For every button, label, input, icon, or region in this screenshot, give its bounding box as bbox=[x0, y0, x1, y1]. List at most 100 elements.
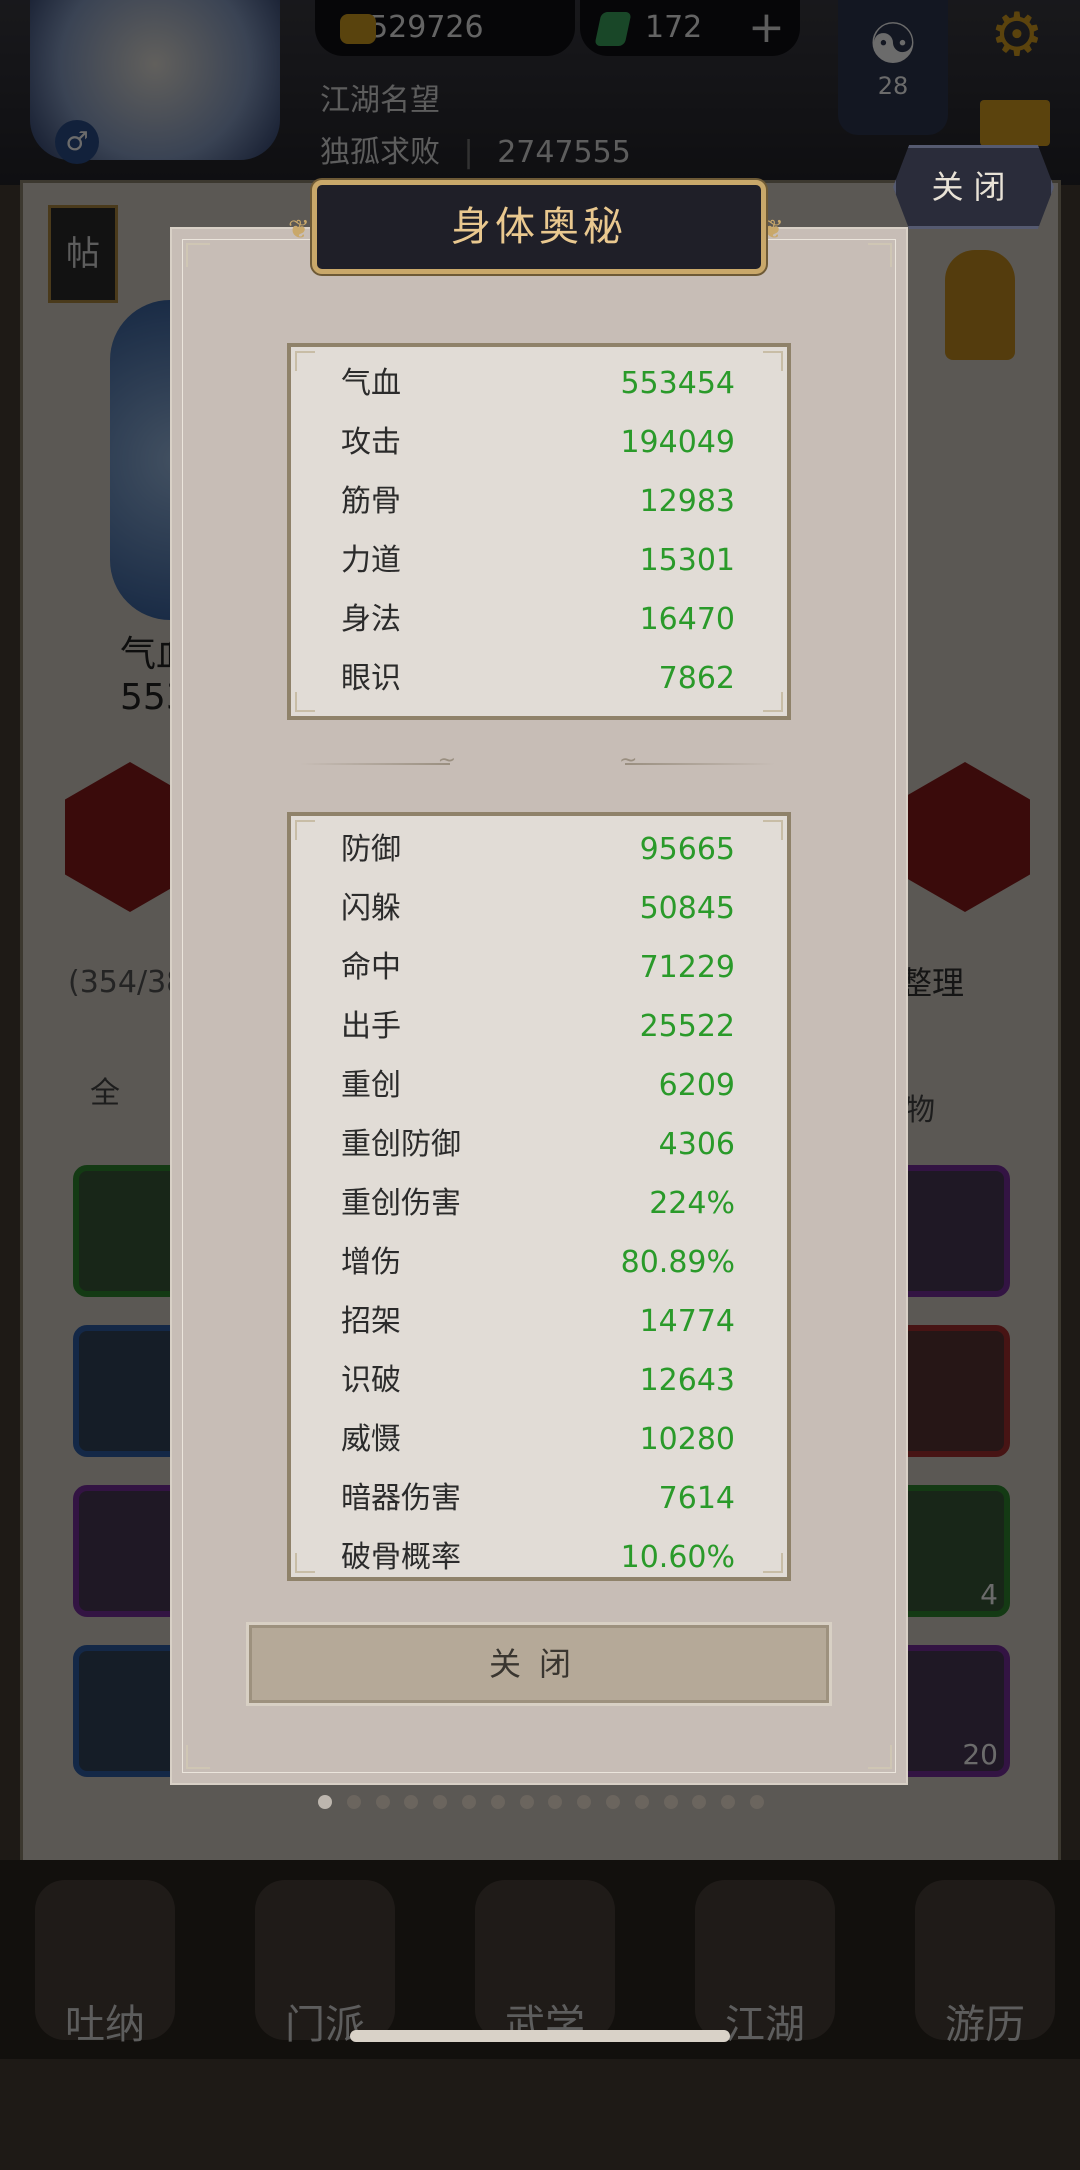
stat-label: 威慑 bbox=[341, 1422, 401, 1457]
level-number: 28 bbox=[877, 72, 909, 100]
stat-row: 招架 14774 bbox=[341, 1292, 735, 1351]
item-count: 4 bbox=[980, 1578, 998, 1611]
corner-ornament bbox=[868, 1745, 892, 1769]
stat-value: 10280 bbox=[639, 1422, 735, 1457]
stat-label: 命中 bbox=[341, 950, 401, 985]
stat-label: 识破 bbox=[341, 1363, 401, 1398]
stat-row: 暗器伤害 7614 bbox=[341, 1469, 735, 1528]
page-dot[interactable] bbox=[346, 1795, 361, 1809]
page-dot[interactable] bbox=[490, 1795, 505, 1809]
stat-row: 增伤 80.89% bbox=[341, 1233, 735, 1292]
stat-row: 筋骨 12983 bbox=[341, 472, 735, 531]
stat-row: 重创防御 4306 bbox=[341, 1115, 735, 1174]
page-dot[interactable] bbox=[663, 1795, 678, 1809]
page-dot[interactable] bbox=[462, 1795, 476, 1809]
corner-ornament bbox=[868, 243, 892, 267]
reputation-title: 江湖名望 bbox=[320, 83, 440, 118]
section-divider-left: ~ bbox=[300, 748, 456, 773]
stat-value: 6209 bbox=[658, 1068, 735, 1103]
nav-sect[interactable]: 门派 bbox=[255, 1880, 395, 2048]
stat-label: 闪躲 bbox=[341, 891, 401, 926]
stat-row: 威慑 10280 bbox=[341, 1410, 735, 1469]
stat-row: 重创 6209 bbox=[341, 1056, 735, 1115]
stat-row: 重创伤害 224% bbox=[341, 1174, 735, 1233]
top-close-button[interactable]: 关闭 bbox=[893, 145, 1054, 229]
corner-ornament bbox=[186, 243, 210, 267]
nav-martial-arts[interactable]: 武学 bbox=[475, 1880, 615, 2048]
stat-label: 气血 bbox=[341, 366, 401, 401]
stat-label: 防御 bbox=[341, 832, 401, 867]
stat-label: 身法 bbox=[341, 602, 401, 637]
gender-icon: ♂ bbox=[55, 120, 99, 164]
stat-row: 识破 12643 bbox=[341, 1351, 735, 1410]
stat-label: 攻击 bbox=[341, 425, 401, 460]
stat-value: 224% bbox=[649, 1186, 735, 1221]
page-dot[interactable] bbox=[433, 1795, 448, 1809]
stat-label: 重创防御 bbox=[341, 1127, 461, 1162]
mail-icon[interactable] bbox=[980, 100, 1050, 146]
stat-value: 553454 bbox=[620, 366, 735, 401]
stat-value: 194049 bbox=[620, 425, 735, 460]
stat-row: 气血 553454 bbox=[341, 354, 735, 413]
page-dot[interactable] bbox=[750, 1795, 764, 1809]
stat-value: 80.89% bbox=[620, 1245, 735, 1280]
secondary-stats-box[interactable]: 防御 95665 闪躲 50845 命中 71229 出手 25522 重创 6209 重创防御 43… bbox=[287, 812, 791, 1581]
page-dot[interactable] bbox=[519, 1795, 534, 1809]
stat-row: 力道 15301 bbox=[341, 531, 735, 590]
close-button[interactable]: 关闭 bbox=[246, 1622, 832, 1706]
reputation-value: 2747555 bbox=[497, 135, 631, 170]
lantern-icon[interactable] bbox=[945, 250, 1015, 360]
stat-label: 筋骨 bbox=[341, 484, 401, 519]
stat-row: 命中 71229 bbox=[341, 938, 735, 997]
stat-value: 15301 bbox=[639, 543, 735, 578]
page-dot[interactable] bbox=[634, 1795, 649, 1809]
stat-row: 防御 95665 bbox=[341, 820, 735, 879]
dialog-title-bar: 身体奥秘 bbox=[312, 180, 766, 274]
stat-row: 眼识 7862 bbox=[341, 649, 735, 708]
stat-label: 出手 bbox=[341, 1009, 401, 1044]
section-divider-right: ~ bbox=[619, 748, 775, 773]
stat-row: 闪躲 50845 bbox=[341, 879, 735, 938]
item-count: 20 bbox=[962, 1738, 998, 1771]
add-currency-icon[interactable]: + bbox=[748, 2, 785, 53]
stat-row: 攻击 194049 bbox=[341, 413, 735, 472]
page-dot[interactable] bbox=[548, 1795, 563, 1809]
stat-label: 眼识 bbox=[341, 661, 401, 696]
page-dot[interactable] bbox=[318, 1795, 332, 1809]
primary-stats-box: 气血 553454 攻击 194049 筋骨 12983 力道 15301 身法 16470 眼识 7… bbox=[287, 343, 791, 720]
stat-label: 增伤 bbox=[341, 1245, 401, 1280]
page-dot[interactable] bbox=[721, 1795, 736, 1809]
stat-value: 14774 bbox=[639, 1304, 735, 1339]
stat-label: 暗器伤害 bbox=[341, 1481, 461, 1516]
taiji-level-badge[interactable]: ☯ 28 bbox=[838, 0, 948, 135]
stat-value: 71229 bbox=[639, 950, 735, 985]
dialog-title: 身体奥秘 bbox=[451, 204, 627, 250]
nav-travel[interactable]: 游历 bbox=[915, 1880, 1055, 2048]
filter-all-tab[interactable]: 全 bbox=[90, 1068, 120, 1112]
page-dot[interactable] bbox=[577, 1795, 592, 1809]
stat-label: 破骨概率 bbox=[341, 1540, 461, 1575]
nav-jianghu[interactable]: 江湖 bbox=[695, 1880, 835, 2048]
home-indicator[interactable] bbox=[350, 2030, 730, 2042]
page-dot[interactable] bbox=[692, 1795, 707, 1809]
gold-ingot-icon bbox=[340, 14, 376, 44]
stat-value: 95665 bbox=[639, 832, 735, 867]
page-indicator bbox=[318, 1795, 768, 1811]
page-dot[interactable] bbox=[375, 1795, 390, 1809]
invitation-icon[interactable]: 帖 bbox=[48, 205, 118, 303]
inventory-count: (354/38 bbox=[68, 965, 186, 1000]
filter-items-tab[interactable]: 物 bbox=[905, 1085, 935, 1129]
stat-row: 破骨概率 10.60% bbox=[341, 1528, 735, 1577]
page-dot[interactable] bbox=[606, 1795, 620, 1809]
title-ornament-right: ❦ bbox=[762, 215, 784, 245]
stat-value: 25522 bbox=[639, 1009, 735, 1044]
sort-button[interactable]: 整理 bbox=[900, 958, 964, 1004]
stat-value: 12983 bbox=[639, 484, 735, 519]
stat-label: 力道 bbox=[341, 543, 401, 578]
corner-ornament bbox=[186, 1745, 210, 1769]
nav-tuna[interactable]: 吐纳 bbox=[35, 1880, 175, 2048]
stat-value: 50845 bbox=[639, 891, 735, 926]
reputation-panel: 江湖名望 独孤求败 | 2747555 bbox=[320, 75, 800, 175]
gear-icon[interactable]: ⚙ bbox=[990, 0, 1044, 70]
page-dot[interactable] bbox=[404, 1795, 419, 1809]
